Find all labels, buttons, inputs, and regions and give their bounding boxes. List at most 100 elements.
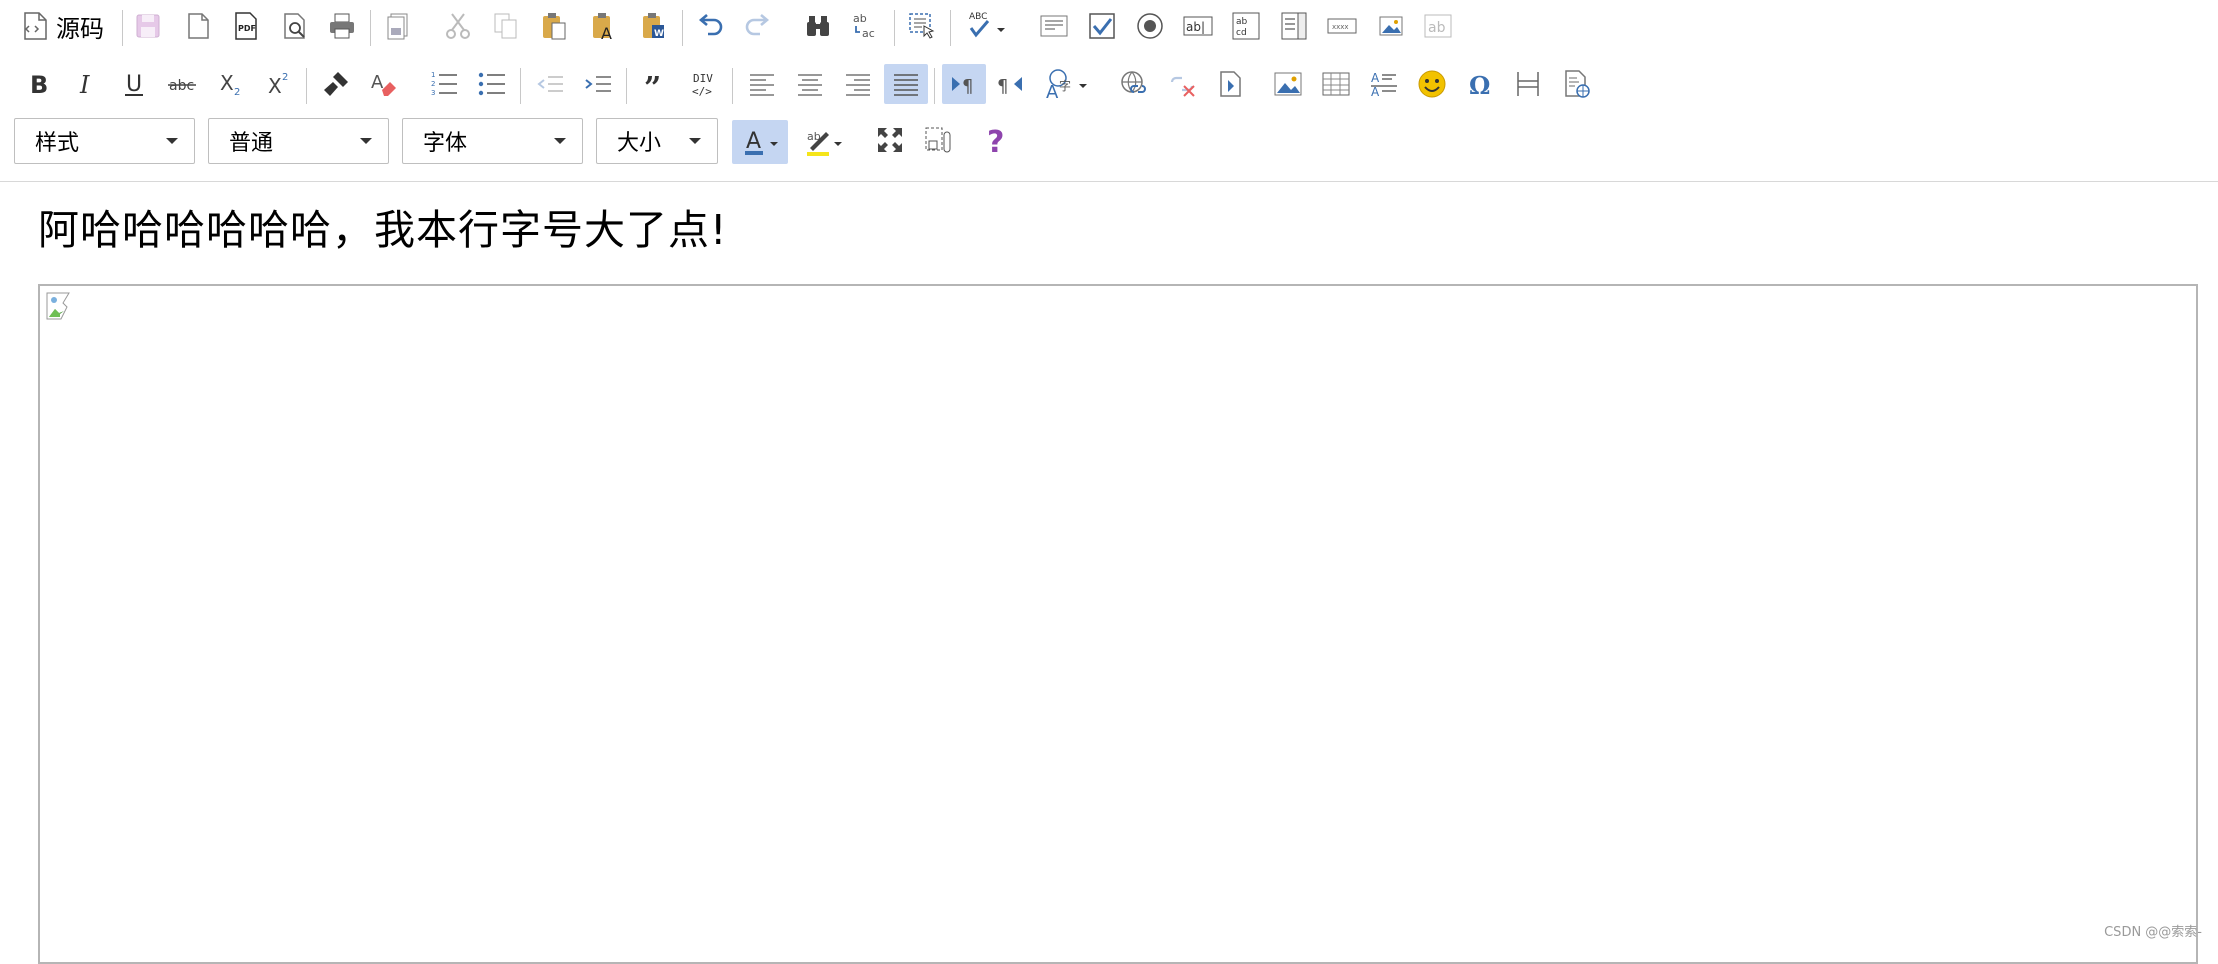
underline-button[interactable]: U [114, 64, 154, 104]
separator [682, 10, 683, 46]
blockquote-button[interactable]: ” [636, 64, 676, 104]
editor-content[interactable]: 阿哈哈哈哈哈哈，我本行字号大了点! CSDN @@索索- [0, 182, 2218, 964]
replace-button[interactable]: ab ac [844, 6, 884, 46]
outdent-button[interactable] [530, 64, 570, 104]
redo-button[interactable] [738, 6, 778, 46]
language-button[interactable]: A字 [1040, 64, 1092, 104]
unlink-button[interactable] [1162, 64, 1202, 104]
textarea-icon: abcd [1232, 12, 1260, 40]
text-color-button[interactable]: A [732, 120, 788, 164]
link-button[interactable] [1114, 64, 1154, 104]
italic-button[interactable]: I [66, 64, 106, 104]
quote-icon: ” [644, 71, 661, 100]
chevron-down-icon [360, 138, 372, 144]
underline-icon: U [125, 72, 143, 97]
svg-text:?: ? [987, 125, 1004, 156]
select-field-button[interactable] [1274, 6, 1314, 46]
italic-icon: I [79, 71, 90, 99]
paste-button[interactable] [534, 6, 574, 46]
checkbox-button[interactable] [1082, 6, 1122, 46]
print-icon [330, 13, 354, 39]
spellcheck-button[interactable]: ABC [962, 6, 1012, 46]
style-combo[interactable]: 样式 [14, 118, 195, 164]
templates-button[interactable] [378, 6, 418, 46]
special-char-button[interactable]: Ω [1460, 64, 1500, 104]
smiley-button[interactable] [1412, 64, 1452, 104]
horizontal-rule-button[interactable]: AA [1364, 64, 1404, 104]
brush-icon [324, 72, 348, 96]
textarea-button[interactable]: ab cd [1226, 6, 1266, 46]
div-container-button[interactable]: DIV </> [684, 64, 724, 104]
ltr-icon: ¶ [952, 76, 973, 97]
preview-button[interactable] [274, 6, 314, 46]
svg-text:U: U [126, 72, 142, 97]
image-icon [1274, 72, 1302, 96]
iframe-button[interactable] [1556, 64, 1596, 104]
bold-icon: B [30, 71, 48, 99]
subscript-button[interactable]: X2 [210, 64, 250, 104]
button-field-button[interactable]: xxxx [1322, 6, 1362, 46]
superscript-icon: X2 [268, 72, 288, 98]
show-blocks-button[interactable] [918, 120, 958, 160]
paste-text-button[interactable]: A [584, 6, 624, 46]
redo-icon [745, 14, 770, 36]
select-all-button[interactable] [902, 6, 942, 46]
align-left-button[interactable] [742, 64, 782, 104]
text-color-icon: A [745, 129, 778, 155]
separator [732, 68, 733, 104]
svg-text:I: I [79, 71, 90, 99]
svg-text:ac: ac [862, 27, 875, 40]
paste-word-button[interactable]: W [634, 6, 674, 46]
text-field-button[interactable]: ab| [1178, 6, 1218, 46]
form-button[interactable] [1034, 6, 1074, 46]
bold-button[interactable]: B [18, 64, 58, 104]
radio-button[interactable] [1130, 6, 1170, 46]
image-button-field-button[interactable] [1370, 6, 1410, 46]
anchor-button[interactable] [1210, 64, 1250, 104]
format-combo[interactable]: 普通 [208, 118, 389, 164]
table-button[interactable] [1316, 64, 1356, 104]
export-pdf-button[interactable]: PDF [226, 6, 266, 46]
format-painter-button[interactable] [316, 64, 356, 104]
align-center-button[interactable] [790, 64, 830, 104]
rtl-button[interactable]: ¶ [990, 64, 1030, 104]
remove-format-button[interactable]: A [364, 64, 404, 104]
save-button[interactable] [128, 6, 168, 46]
superscript-button[interactable]: X2 [258, 64, 298, 104]
justify-button[interactable] [884, 64, 928, 104]
cut-button[interactable] [438, 6, 478, 46]
font-combo[interactable]: 字体 [402, 118, 583, 164]
svg-text:Ω: Ω [1469, 71, 1490, 100]
content-headline: 阿哈哈哈哈哈哈，我本行字号大了点! [38, 206, 728, 254]
svg-text:2: 2 [282, 72, 288, 83]
align-right-button[interactable] [838, 64, 878, 104]
undo-button[interactable] [690, 6, 730, 46]
size-combo[interactable]: 大小 [596, 118, 718, 164]
new-page-button[interactable] [178, 6, 218, 46]
find-button[interactable] [798, 6, 838, 46]
style-combo-label: 样式 [35, 131, 80, 156]
paste-icon [543, 13, 566, 40]
maximize-button[interactable] [870, 120, 910, 160]
separator [306, 68, 307, 104]
help-button[interactable]: ? [976, 120, 1016, 160]
preview-icon [284, 13, 305, 39]
page-break-icon [1517, 72, 1539, 96]
source-button[interactable]: 源码 [22, 6, 104, 46]
print-button[interactable] [322, 6, 362, 46]
copy-button[interactable] [486, 6, 526, 46]
indent-button[interactable] [578, 64, 618, 104]
strikethrough-button[interactable]: abc [162, 64, 202, 104]
size-combo-label: 大小 [617, 131, 662, 156]
omega-icon: Ω [1469, 71, 1490, 100]
select-field-icon [1281, 12, 1307, 40]
hidden-field-button[interactable]: ab [1418, 6, 1458, 46]
save-icon [136, 14, 160, 38]
ltr-button[interactable]: ¶ [942, 64, 986, 104]
bulleted-list-button[interactable] [472, 64, 512, 104]
background-color-button[interactable]: ab [796, 120, 852, 164]
numbered-list-button[interactable]: 123 [424, 64, 464, 104]
image-button[interactable] [1268, 64, 1308, 104]
select-all-icon [909, 13, 935, 39]
page-break-button[interactable] [1508, 64, 1548, 104]
